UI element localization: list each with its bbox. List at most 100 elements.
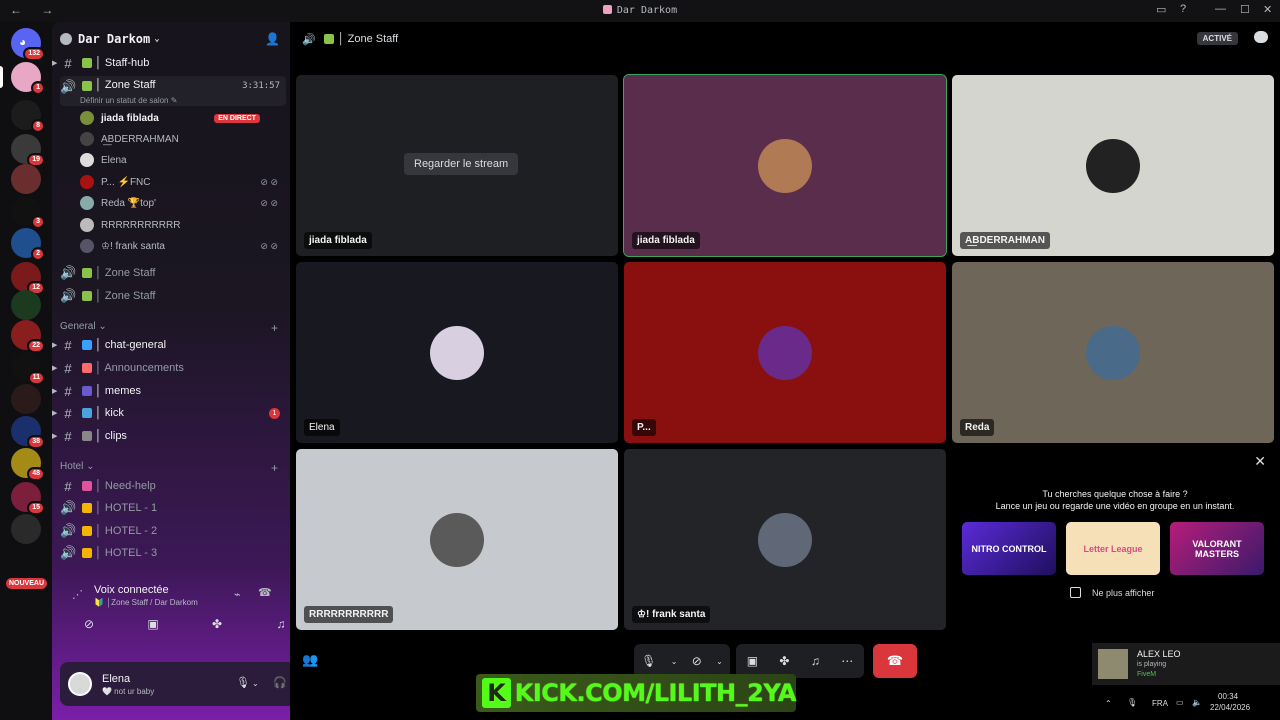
home-button[interactable]: ◕ 132 xyxy=(11,28,45,61)
participant-tile[interactable]: P... xyxy=(624,262,946,443)
text-channel[interactable]: ▶ # │ kick 1 xyxy=(52,403,286,423)
server-icon-7[interactable]: 12 xyxy=(11,262,45,295)
category-hotel[interactable]: Hotel ⌄ + xyxy=(60,461,278,475)
voice-channel[interactable]: 🔊 │ HOTEL - 2 xyxy=(60,521,286,541)
chevron-down-icon[interactable]: ⌄ xyxy=(252,679,259,688)
voice-channel[interactable]: 🔊 │ HOTEL - 3 xyxy=(60,543,286,563)
channel-zone-staff-3[interactable]: 🔊 │ Zone Staff xyxy=(60,286,286,306)
text-channel[interactable]: ▶ # │ clips xyxy=(52,426,286,446)
selected-server-pill xyxy=(0,66,3,88)
disconnect-icon[interactable]: ☎ xyxy=(258,586,272,599)
voice-user-name: Reda 🏆top' xyxy=(101,197,156,209)
noise-suppression-icon[interactable]: ⌁ xyxy=(234,588,241,601)
voice-user[interactable]: jiada fiblada EN DIRECT xyxy=(80,108,282,128)
avatar[interactable] xyxy=(68,672,92,696)
activity-card-nitro-control[interactable]: NITRO CONTROL xyxy=(962,522,1056,575)
clock-time[interactable]: 00:34 xyxy=(1218,692,1238,701)
mic-icon[interactable]: 🎙 xyxy=(236,676,250,689)
add-channel-icon[interactable]: + xyxy=(271,321,278,335)
server-icon-12[interactable]: 38 xyxy=(11,416,45,449)
server-icon-15[interactable] xyxy=(11,514,41,544)
server-icon-6[interactable]: 2 xyxy=(11,228,45,261)
close-icon[interactable]: ✕ xyxy=(1254,453,1266,470)
voice-user[interactable]: ♔! frank santa ⊘ ⊘ xyxy=(80,236,282,256)
camera-off-icon[interactable]: ⊘ xyxy=(692,654,702,668)
server-icon-4[interactable] xyxy=(11,164,41,194)
category-general[interactable]: General ⌄ + xyxy=(60,321,278,335)
minimize-icon[interactable]: — xyxy=(1215,3,1226,15)
voice-user[interactable]: Reda 🏆top' ⊘ ⊘ xyxy=(80,193,282,213)
activities-button[interactable]: ✤ xyxy=(188,614,246,634)
invite-icon[interactable]: 👥 xyxy=(302,652,318,668)
participant-tile[interactable]: jiada fiblada xyxy=(623,74,947,257)
dont-show-checkbox[interactable] xyxy=(1070,587,1081,598)
voice-channel[interactable]: 🔊 │ HOTEL - 1 xyxy=(60,498,286,518)
voice-user[interactable]: Elena xyxy=(80,150,282,170)
channel-status[interactable]: Définir un statut de salon ✎ xyxy=(80,96,177,105)
volume-icon[interactable]: 🔈 xyxy=(1192,698,1202,707)
chevron-up-icon[interactable]: ⌃ xyxy=(1105,699,1112,708)
text-channel[interactable]: # │ Need-help xyxy=(60,476,286,496)
participant-tile[interactable]: ♔! frank santa xyxy=(624,449,946,630)
help-icon[interactable]: ? xyxy=(1180,3,1186,15)
channel-staff-hub[interactable]: ▶ # │ Staff-hub xyxy=(52,53,286,73)
text-channel[interactable]: ▶ # │ memes xyxy=(52,381,286,401)
more-icon[interactable]: ⋯ xyxy=(841,654,853,668)
voice-connected-subtitle[interactable]: 🔰 │Zone Staff / Dar Darkom xyxy=(94,598,244,607)
inbox-icon[interactable]: ▭ xyxy=(1156,3,1166,16)
channel-emoji xyxy=(82,363,92,373)
channel-emoji xyxy=(82,431,92,441)
voice-connected-title[interactable]: Voix connectée xyxy=(94,584,234,596)
voice-user[interactable]: P... ⚡FNC ⊘ ⊘ xyxy=(80,172,282,192)
voice-user[interactable]: RRRRRRRRRRR xyxy=(80,215,282,235)
server-icon-8[interactable] xyxy=(11,290,41,320)
participant-tile[interactable]: Reda xyxy=(952,262,1274,443)
language-indicator[interactable]: FRA xyxy=(1152,699,1168,708)
participant-tile[interactable]: Elena xyxy=(296,262,618,443)
activity-card-letter-league[interactable]: Letter League xyxy=(1066,522,1160,575)
maximize-icon[interactable]: ☐ xyxy=(1240,3,1250,16)
server-icon-10[interactable]: 11 xyxy=(11,352,45,385)
server-icon-2[interactable]: 8 xyxy=(11,100,45,133)
chevron-down-icon[interactable]: ⌄ xyxy=(671,657,678,666)
channel-zone-staff-2[interactable]: 🔊 │ Zone Staff xyxy=(60,263,286,283)
server-name: Dar Darkom xyxy=(78,32,151,46)
server-icon-3[interactable]: 19 xyxy=(11,134,45,167)
soundboard-icon[interactable]: ♫ xyxy=(811,654,820,668)
game-notification[interactable]: ALEX LEO is playing FiveM xyxy=(1092,643,1280,685)
watch-stream-button[interactable]: Regarder le stream xyxy=(404,153,519,175)
add-channel-icon[interactable]: + xyxy=(271,461,278,475)
participant-tile[interactable]: RRRRRRRRRRR xyxy=(296,449,618,630)
participant-tile[interactable]: A͟BDERRAHMAN xyxy=(952,75,1274,256)
voice-user[interactable]: A͟BDERRAHMAN xyxy=(80,129,282,149)
mic-icon[interactable]: 🎙 xyxy=(1127,698,1137,707)
hang-up-button[interactable]: ☎ xyxy=(873,644,917,678)
chat-icon[interactable] xyxy=(1254,31,1268,43)
server-icon-13[interactable]: 48 xyxy=(11,448,45,481)
avatar xyxy=(80,132,94,146)
screen-share-icon[interactable]: ▣ xyxy=(747,654,758,668)
close-window-icon[interactable]: ✕ xyxy=(1263,3,1272,16)
screen-share-icon: ▣ xyxy=(147,617,159,631)
server-header[interactable]: Dar Darkom ⌄ 👤 xyxy=(60,28,282,50)
add-member-icon[interactable]: 👤 xyxy=(265,32,280,46)
server-icon-1[interactable]: 1 xyxy=(11,62,45,95)
unread-badge: 1 xyxy=(269,407,280,419)
text-channel[interactable]: ▶ # │ Announcements xyxy=(52,358,286,378)
server-icon-9[interactable]: 22 xyxy=(11,320,45,353)
share-screen-button[interactable]: ▣ xyxy=(124,614,182,634)
mic-icon[interactable]: 🎙 xyxy=(641,654,656,668)
network-icon[interactable]: ▭ xyxy=(1176,698,1184,707)
server-icon-14[interactable]: 15 xyxy=(11,482,45,515)
headset-icon[interactable]: 🎧 xyxy=(273,676,287,689)
camera-off-button[interactable]: ⊘ xyxy=(60,614,118,634)
clock-date[interactable]: 22/04/2026 xyxy=(1210,703,1250,712)
server-icon-11[interactable] xyxy=(11,384,41,414)
server-icon-5[interactable]: 3 xyxy=(11,196,45,229)
activities-icon[interactable]: ✤ xyxy=(779,654,789,668)
activity-card-valorant[interactable]: VALORANT MASTERS xyxy=(1170,522,1264,575)
text-channel[interactable]: ▶ # │ chat-general xyxy=(52,335,286,355)
activity-status-badge[interactable]: ACTIVÉ xyxy=(1196,32,1238,45)
chevron-down-icon[interactable]: ⌄ xyxy=(716,657,723,666)
participant-tile[interactable]: Regarder le stream jiada fiblada xyxy=(296,75,618,256)
